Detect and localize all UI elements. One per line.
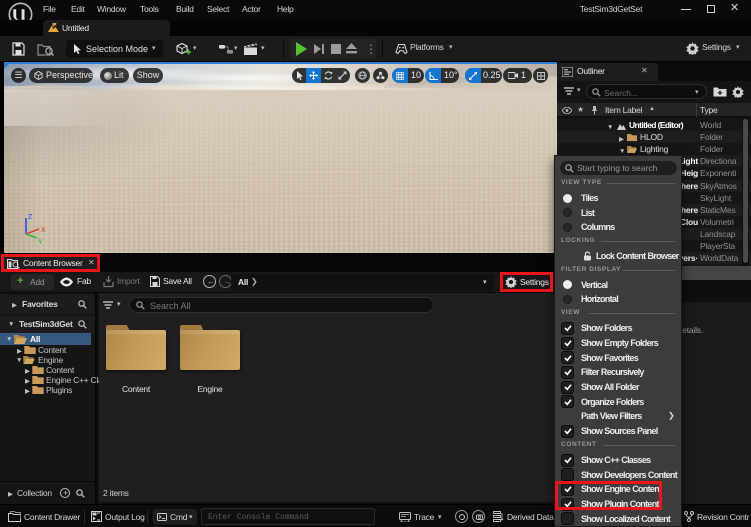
svg-text:X: X (41, 227, 46, 234)
svg-text:Z: Z (28, 214, 33, 221)
svg-text:Y: Y (38, 239, 43, 246)
